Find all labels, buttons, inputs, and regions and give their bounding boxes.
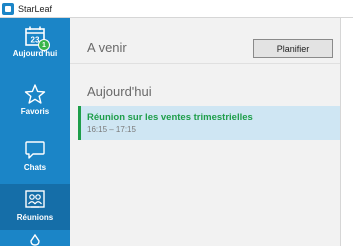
page-title: A venir xyxy=(87,40,127,55)
section-title-today: Aujourd'hui xyxy=(87,84,152,99)
meeting-list-item[interactable]: Réunion sur les ventes trimestrielles 16… xyxy=(78,106,340,140)
star-icon xyxy=(24,84,46,104)
sidebar-item-label: Réunions xyxy=(16,213,54,222)
chat-bubble-icon xyxy=(25,141,45,159)
detail-pane xyxy=(341,18,353,246)
app-title: StarLeaf xyxy=(18,3,53,14)
starleaf-logo-icon xyxy=(2,2,14,15)
meeting-title: Réunion sur les ventes trimestrielles xyxy=(87,112,253,123)
sidebar-item-label: Favoris xyxy=(20,107,50,116)
sidebar-item-favorites[interactable]: Favoris xyxy=(0,80,70,124)
sidebar-item-label: Aujourd'hui xyxy=(12,49,58,58)
meetings-icon xyxy=(25,190,45,208)
sidebar-item-more[interactable] xyxy=(0,232,70,246)
sidebar: 23 1 Aujourd'hui Favoris Chats Réunions xyxy=(0,18,70,246)
main-panel: A venir Planifier Aujourd'hui Réunion su… xyxy=(70,18,340,246)
sidebar-item-chats[interactable]: Chats xyxy=(0,136,70,180)
notification-badge: 1 xyxy=(38,39,50,51)
sidebar-item-label: Chats xyxy=(23,163,47,172)
title-bar: StarLeaf xyxy=(0,0,353,18)
meeting-time: 16:15 – 17:15 xyxy=(87,125,136,134)
sidebar-item-today[interactable]: 23 1 Aujourd'hui xyxy=(0,22,70,70)
more-icon xyxy=(30,234,40,246)
plan-button[interactable]: Planifier xyxy=(253,39,333,58)
sidebar-item-meetings[interactable]: Réunions xyxy=(0,184,70,230)
header-bar: A venir Planifier xyxy=(70,18,340,64)
